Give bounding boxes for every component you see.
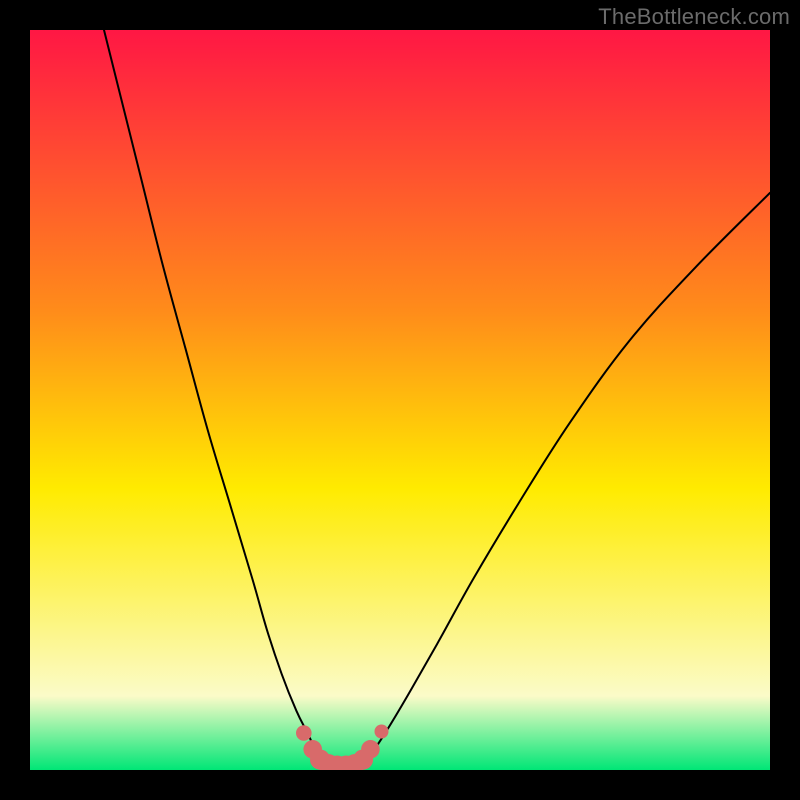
valley-marker: [296, 725, 312, 741]
bottleneck-chart: [30, 30, 770, 770]
chart-container: { "watermark": "TheBottleneck.com", "col…: [0, 0, 800, 800]
watermark-text: TheBottleneck.com: [598, 4, 790, 30]
plot-background: [30, 30, 770, 770]
valley-marker: [375, 725, 389, 739]
valley-marker: [361, 740, 380, 759]
